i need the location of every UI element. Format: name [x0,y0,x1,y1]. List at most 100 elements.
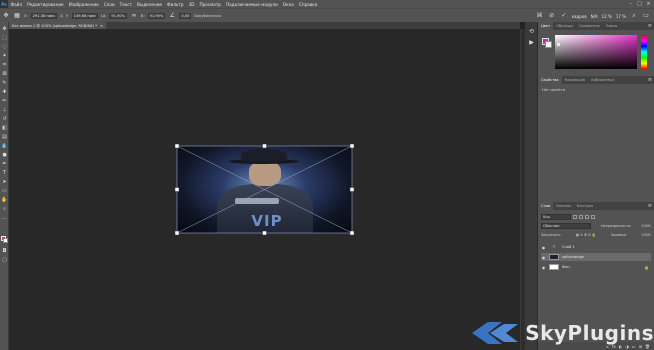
width-field[interactable]: 91,90% [109,12,127,19]
screen-mode-icon[interactable]: ▢ [1,257,8,264]
free-transform-box[interactable] [170,140,360,240]
zoom-tool-icon[interactable]: ⌕ [1,206,8,213]
tab-gradients[interactable]: Градиенты [576,22,603,30]
height-field[interactable]: 91,90% [147,12,166,19]
y-position-field[interactable]: 149,86 пикс [71,12,99,19]
visibility-eye-icon[interactable]: ◉ [541,245,546,250]
layer-row[interactable]: ◉ T Слой 1 [541,243,651,251]
close-button[interactable]: × [645,1,652,7]
menu-filter[interactable]: Фильтр [165,2,187,7]
tab-channels[interactable]: Каналы [553,202,573,210]
layer-row[interactable]: ◉ Фон 🔒 [541,263,651,271]
path-select-icon[interactable]: ➤ [1,179,8,186]
hue-slider[interactable] [641,35,647,69]
blur-tool-icon[interactable]: 💧 [1,143,8,150]
visibility-eye-icon[interactable]: ◉ [541,265,546,270]
panel-background-swatch[interactable] [545,41,552,48]
menu-plugins[interactable]: Подключаемые модули [223,2,280,7]
move-tool-icon[interactable]: ✥ [1,26,8,33]
menu-layers[interactable]: Слои [101,2,117,7]
filter-adjust-icon[interactable] [579,214,583,219]
visibility-eye-icon[interactable]: ◉ [541,255,546,260]
tab-paths[interactable]: Контуры [574,202,596,210]
tab-patterns[interactable]: Узоры [603,22,620,30]
handle-bottom-right[interactable] [349,230,355,236]
panel-menu-icon[interactable]: ≡ [648,76,652,84]
menu-type[interactable]: Текст [117,2,134,7]
history-brush-icon[interactable]: ↺ [1,116,8,123]
x-position-field[interactable]: 291,38 пикс [30,12,58,19]
marquee-tool-icon[interactable]: ⬚ [1,35,8,42]
brush-tool-icon[interactable]: ✏ [1,98,8,105]
color-picker-cursor[interactable] [557,43,560,46]
link-icon[interactable]: ∞ [130,12,138,20]
opacity-value[interactable]: 100% [641,224,651,228]
document-tab[interactable]: Без имени-1 @ 100% (splicodesign, RGB/8#… [9,22,107,29]
handle-bottom-center[interactable] [262,230,267,236]
layer-row[interactable]: ◉ splicodesign [541,253,651,261]
panel-menu-icon[interactable]: ≡ [648,22,652,30]
tab-libraries[interactable]: Библиотеки [588,76,617,84]
handle-bottom-left[interactable] [174,230,180,236]
warp-icon[interactable]: ⌘ [536,12,544,20]
gradient-tool-icon[interactable]: ▤ [1,134,8,141]
menu-file[interactable]: Файл [8,2,25,7]
workspace-icon[interactable]: ▭ [642,12,650,20]
type-tool-icon[interactable]: T [1,170,8,177]
menu-help[interactable]: Справка [296,2,319,7]
magic-wand-icon[interactable]: ✦ [1,53,8,60]
eyedropper-icon[interactable]: ✎ [1,80,8,87]
menu-image[interactable]: Изображение [66,2,101,7]
rectangle-tool-icon[interactable]: ▭ [1,188,8,195]
lock-icons[interactable]: ▦ ✎ ✥ ⊡ 🔒 [576,233,596,237]
interpolation-label[interactable]: Бикубическая [194,14,221,18]
stamp-tool-icon[interactable]: ⊥ [1,107,8,114]
reference-point-icon[interactable]: ▦ [13,12,21,20]
tab-swatches[interactable]: Образцы [553,22,576,30]
cancel-transform-icon[interactable]: ⊘ [548,12,556,20]
frame-tool-icon[interactable]: ⊠ [1,71,8,78]
move-tool-icon[interactable]: ✥ [2,12,10,20]
healing-brush-icon[interactable]: ✚ [1,89,8,96]
quick-mask-icon[interactable]: ◘ [1,248,8,255]
handle-middle-left[interactable] [174,187,180,192]
eraser-tool-icon[interactable]: ◧ [1,125,8,132]
handle-top-center[interactable] [262,143,267,149]
menu-edit[interactable]: Редактирование [25,2,67,7]
lasso-tool-icon[interactable]: ◌ [1,44,8,51]
layer-filter-select[interactable]: Вид [541,213,571,220]
more-tools-icon[interactable]: … [1,215,8,222]
minimize-button[interactable]: – [627,1,634,7]
maximize-button[interactable]: □ [636,1,643,7]
panel-menu-icon[interactable]: ≡ [648,202,652,210]
handle-middle-right[interactable] [349,187,355,192]
close-tab-icon[interactable]: × [100,24,103,28]
tab-layers[interactable]: Слои [538,202,554,210]
fill-value[interactable]: 100% [641,233,651,237]
filter-pixel-icon[interactable] [573,214,577,219]
filter-type-icon[interactable] [585,214,589,219]
commit-transform-icon[interactable]: ✓ [560,12,568,20]
menu-window[interactable]: Окно [280,2,296,7]
blend-mode-select[interactable]: Обычные [541,222,591,229]
menu-view[interactable]: Просмотр [197,2,224,7]
history-panel-icon[interactable]: ⟲ [527,27,536,36]
pen-tool-icon[interactable]: ✒ [1,161,8,168]
hand-tool-icon[interactable]: ✋ [1,197,8,204]
color-picker-field[interactable] [555,35,637,69]
h-label: В: [140,13,145,18]
actions-panel-icon[interactable]: ▶ [527,38,536,47]
handle-top-right[interactable] [349,143,355,149]
dodge-tool-icon[interactable]: ● [1,152,8,159]
crop-tool-icon[interactable]: ⌗ [1,62,8,69]
menu-select[interactable]: Выделение [135,2,165,7]
filter-shape-icon[interactable] [591,214,595,219]
angle-field[interactable]: 0,00 [179,12,192,19]
tab-properties[interactable]: Свойства [538,76,562,84]
background-color-swatch[interactable] [3,238,8,243]
menu-3d[interactable]: 3D [186,2,197,7]
tab-color[interactable]: Цвет [538,22,554,30]
search-icon[interactable]: ⌕ [630,12,638,20]
tab-adjustments[interactable]: Коррекция [562,76,589,84]
handle-top-left[interactable] [174,143,180,149]
